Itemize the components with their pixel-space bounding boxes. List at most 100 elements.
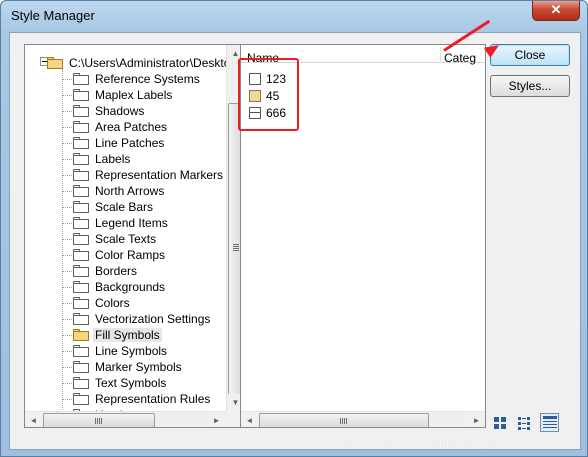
tree-root-label: C:\Users\Administrator\Desktop <box>69 56 238 70</box>
tree-item[interactable]: Representation Rules <box>73 391 212 407</box>
folder-icon <box>73 265 89 277</box>
tree-item-label: Color Ramps <box>95 248 166 262</box>
tree-item[interactable]: Scale Bars <box>73 199 155 215</box>
tree-item[interactable]: Marker Symbols <box>73 359 184 375</box>
folder-icon <box>73 121 89 133</box>
folder-icon <box>73 137 89 149</box>
tree-connector-line <box>63 335 73 336</box>
style-tree[interactable]: C:\Users\Administrator\Desktop Reference… <box>24 44 243 428</box>
tree-item-label: Text Symbols <box>95 376 167 390</box>
tree-connector-line <box>63 287 73 288</box>
tree-item[interactable]: Color Ramps <box>73 247 167 263</box>
folder-icon <box>73 313 89 325</box>
tree-root-node[interactable]: C:\Users\Administrator\Desktop <box>47 55 239 71</box>
tree-item[interactable]: Representation Markers <box>73 167 225 183</box>
grip-icon <box>340 418 347 424</box>
large-icons-view-icon[interactable] <box>490 413 509 432</box>
tree-horizontal-scrollbar[interactable]: ◄ ► <box>25 411 226 427</box>
tree-connector-line <box>63 191 73 192</box>
tree-connector-line <box>63 175 73 176</box>
tree-item[interactable]: Text Symbols <box>73 375 168 391</box>
folder-icon <box>73 169 89 181</box>
column-divider[interactable] <box>440 47 441 62</box>
style-manager-window: Style Manager ✕ C:\Users\Administrator\D… <box>0 0 588 457</box>
tree-item[interactable]: Shadows <box>73 103 146 119</box>
tree-connector-line <box>63 79 73 80</box>
folder-icon <box>73 249 89 261</box>
tree-item[interactable]: Line Symbols <box>73 343 169 359</box>
tree-item[interactable]: Scale Texts <box>73 231 158 247</box>
window-close-button[interactable]: ✕ <box>532 1 580 21</box>
tree-connector-line <box>63 255 73 256</box>
tree-connector-line <box>63 111 73 112</box>
tree-item-label: Representation Markers <box>95 168 224 182</box>
details-view-icon[interactable] <box>540 413 559 432</box>
folder-icon <box>47 57 63 69</box>
tree-item-label: Vectorization Settings <box>95 312 211 326</box>
folder-icon <box>73 233 89 245</box>
watermark: https://blog.csdn.net/flower_wqq <box>335 434 507 448</box>
folder-icon <box>73 89 89 101</box>
window-title: Style Manager <box>11 8 95 23</box>
scroll-left-arrow-icon[interactable]: ◄ <box>241 412 258 427</box>
tree-item[interactable]: North Arrows <box>73 183 166 199</box>
tree-item[interactable]: Reference Systems <box>73 71 202 87</box>
horizontal-scroll-thumb[interactable] <box>43 413 155 427</box>
list-view-icon[interactable] <box>515 413 534 432</box>
tree-item-label: Fill Symbols <box>93 328 162 342</box>
tree-item-label: Shadows <box>95 104 145 118</box>
close-button[interactable]: Close <box>490 44 570 66</box>
tree-item[interactable]: Fill Symbols <box>73 327 162 343</box>
folder-icon <box>73 393 89 405</box>
tree-item-label: Labels <box>95 152 131 166</box>
folder-icon <box>73 201 89 213</box>
tree-connector-line <box>63 95 73 96</box>
tree-item-label: Reference Systems <box>95 72 200 86</box>
folder-icon <box>73 185 89 197</box>
tree-item[interactable]: Maplex Labels <box>73 87 174 103</box>
folder-icon <box>73 73 89 85</box>
tree-connector-line <box>63 351 73 352</box>
tree-item[interactable]: Line Patches <box>73 135 166 151</box>
open-folder-icon <box>73 329 89 341</box>
tree-connector-line <box>63 399 73 400</box>
tree-connector-line <box>63 383 73 384</box>
tree-item[interactable]: Legend Items <box>73 215 170 231</box>
list-horizontal-scrollbar[interactable]: ◄ ► <box>241 411 485 427</box>
tree-connector-line <box>63 159 73 160</box>
tree-item-label: North Arrows <box>95 184 165 198</box>
folder-icon <box>73 217 89 229</box>
horizontal-scroll-thumb[interactable] <box>259 413 429 427</box>
scroll-left-arrow-icon[interactable]: ◄ <box>25 412 42 427</box>
styles-button[interactable]: Styles... <box>490 75 570 97</box>
tree-item-label: Maplex Labels <box>95 88 173 102</box>
grip-icon <box>95 418 102 424</box>
tree-item[interactable]: Backgrounds <box>73 279 167 295</box>
scroll-right-arrow-icon[interactable]: ► <box>468 412 485 427</box>
tree-item[interactable]: Borders <box>73 263 139 279</box>
tree-connector-line <box>63 207 73 208</box>
tree-item[interactable]: Labels <box>73 151 132 167</box>
grip-icon <box>233 244 239 251</box>
folder-icon <box>73 361 89 373</box>
folder-icon <box>73 105 89 117</box>
scroll-right-arrow-icon[interactable]: ► <box>208 412 225 427</box>
tree-item[interactable]: Vectorization Settings <box>73 311 212 327</box>
folder-icon <box>73 377 89 389</box>
tree-connector-line <box>63 303 73 304</box>
view-mode-toolbar <box>490 413 559 432</box>
tree-item[interactable]: Colors <box>73 295 132 311</box>
tree-item[interactable]: Area Patches <box>73 119 169 135</box>
tree-connector-line <box>63 127 73 128</box>
tree-connector-line <box>62 65 63 416</box>
column-category-header[interactable]: Categ <box>444 51 476 65</box>
tree-item-label: Marker Symbols <box>95 360 182 374</box>
tree-item-label: Legend Items <box>95 216 168 230</box>
tree-connector-line <box>63 223 73 224</box>
tree-item-label: Colors <box>95 296 130 310</box>
folder-icon <box>73 345 89 357</box>
folder-icon <box>73 297 89 309</box>
folder-icon <box>73 153 89 165</box>
tree-item-label: Area Patches <box>95 120 168 134</box>
tree-item-label: Representation Rules <box>95 392 211 406</box>
